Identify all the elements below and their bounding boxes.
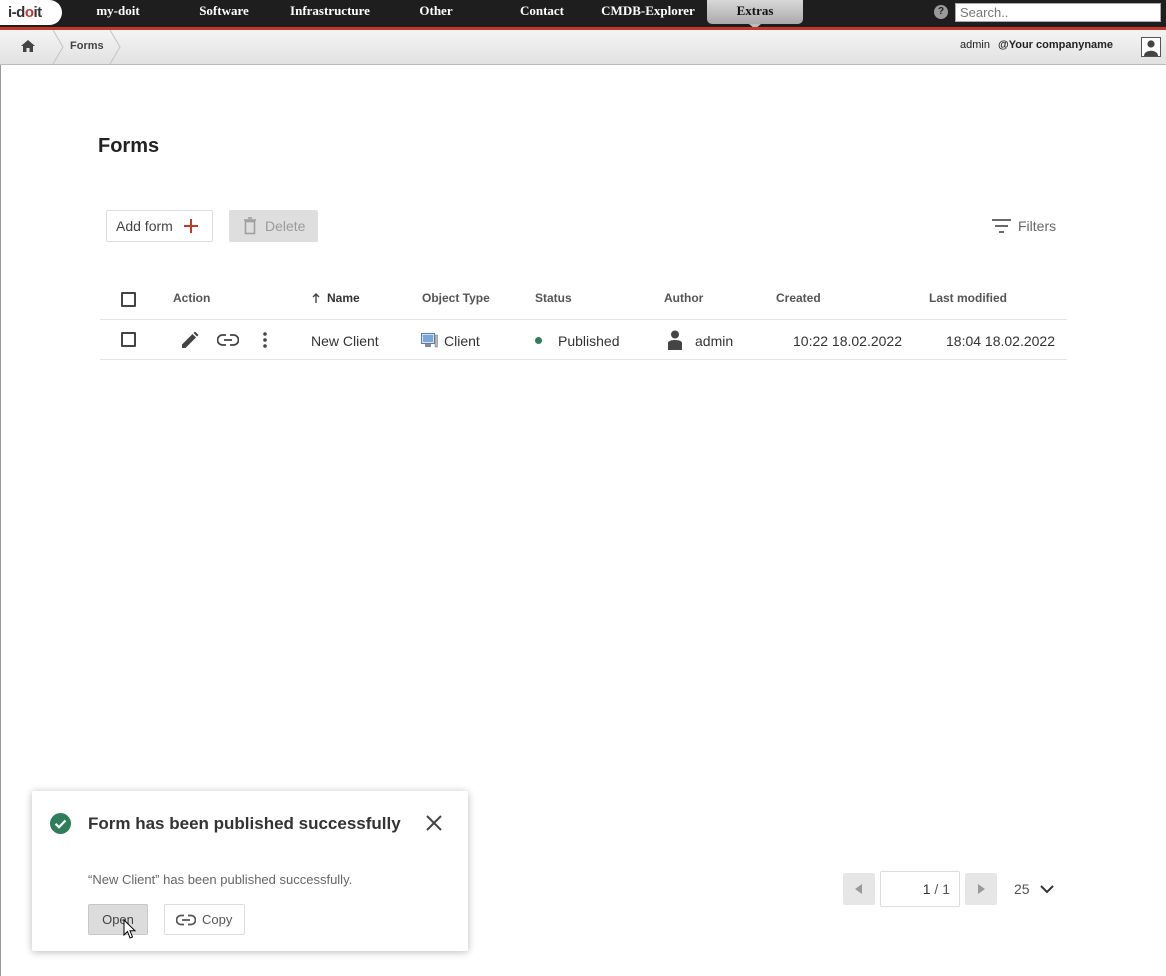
help-icon[interactable]: ? xyxy=(934,5,948,19)
logo-text-2: o xyxy=(24,4,34,21)
close-icon[interactable] xyxy=(426,815,442,831)
nav-software[interactable]: Software xyxy=(188,0,260,24)
home-icon xyxy=(21,40,35,52)
chevron-left-icon xyxy=(855,884,862,894)
nav-cmdb-explorer[interactable]: CMDB-Explorer xyxy=(600,0,696,24)
select-all-checkbox[interactable] xyxy=(121,292,136,307)
column-header-object-type[interactable]: Object Type xyxy=(422,291,490,305)
row-name[interactable]: New Client xyxy=(311,333,379,349)
logo-text-3: it xyxy=(33,4,43,21)
column-header-created[interactable]: Created xyxy=(776,291,821,305)
column-header-name[interactable]: Name xyxy=(327,291,360,305)
trash-icon xyxy=(244,217,256,235)
person-icon xyxy=(668,330,682,350)
chevron-down-icon[interactable] xyxy=(1040,881,1054,897)
column-header-action: Action xyxy=(173,291,211,305)
user-avatar[interactable] xyxy=(1141,37,1161,57)
breadcrumb-separator xyxy=(52,30,64,64)
nav-extras[interactable]: Extras xyxy=(707,0,803,24)
home-button[interactable] xyxy=(0,30,56,64)
add-form-button[interactable]: Add form xyxy=(106,210,213,242)
check-circle-icon xyxy=(50,813,71,834)
add-form-label: Add form xyxy=(116,218,173,234)
filter-icon xyxy=(992,219,1011,233)
filters-button[interactable]: Filters xyxy=(992,216,1056,236)
logo-text-1: i-d xyxy=(8,4,25,21)
page-left-border xyxy=(0,65,1,976)
column-header-status[interactable]: Status xyxy=(535,291,572,305)
toast-title: Form has been published successfully xyxy=(88,814,401,833)
user-icon xyxy=(1144,40,1158,56)
link-icon[interactable] xyxy=(217,333,239,347)
mouse-cursor-icon xyxy=(123,919,137,939)
filters-label: Filters xyxy=(1018,218,1057,234)
next-page-button[interactable] xyxy=(965,873,997,905)
row-author: admin xyxy=(695,333,734,349)
plus-icon xyxy=(184,219,198,233)
row-divider xyxy=(100,359,1067,360)
nav-other[interactable]: Other xyxy=(408,0,464,24)
total-pages: / 1 xyxy=(934,881,950,897)
breadcrumb-separator xyxy=(109,30,121,64)
open-button[interactable]: Open xyxy=(88,904,148,935)
app-logo[interactable]: i-doit xyxy=(0,0,62,25)
copy-link-button[interactable]: Copy xyxy=(164,904,245,935)
row-last-modified: 18:04 18.02.2022 xyxy=(946,333,1055,349)
company-name[interactable]: @Your companyname xyxy=(998,39,1113,51)
header-divider xyxy=(100,319,1067,320)
toast-message: “New Client” has been published successf… xyxy=(88,872,353,887)
success-toast: Form has been published successfully “Ne… xyxy=(32,791,468,951)
user-name[interactable]: admin xyxy=(960,39,990,51)
breadcrumb: Forms admin @Your companyname xyxy=(0,30,1166,65)
row-created: 10:22 18.02.2022 xyxy=(793,333,902,349)
nav-infrastructure[interactable]: Infrastructure xyxy=(283,0,377,24)
status-published-indicator xyxy=(535,337,542,344)
current-page: 1 xyxy=(922,881,931,897)
per-page-select[interactable]: 25 xyxy=(1014,881,1030,897)
column-header-last-modified[interactable]: Last modified xyxy=(929,291,1007,305)
column-header-author[interactable]: Author xyxy=(664,291,703,305)
nav-contact[interactable]: Contact xyxy=(512,0,572,24)
sort-ascending-icon[interactable] xyxy=(312,293,320,304)
copy-label: Copy xyxy=(202,912,233,927)
top-navigation: i-doit my-doit Software Infrastructure O… xyxy=(0,0,1166,29)
search-input[interactable] xyxy=(955,3,1161,22)
more-vertical-icon[interactable] xyxy=(262,331,268,349)
previous-page-button[interactable] xyxy=(843,873,875,905)
row-status: Published xyxy=(558,333,620,349)
link-icon xyxy=(176,914,196,925)
row-checkbox[interactable] xyxy=(121,332,136,347)
delete-label: Delete xyxy=(265,218,306,234)
breadcrumb-item-forms[interactable]: Forms xyxy=(70,40,104,52)
nav-my-doit[interactable]: my-doit xyxy=(82,0,154,24)
page-number-field[interactable]: 1 / 1 xyxy=(880,871,960,907)
delete-button[interactable]: Delete xyxy=(229,210,318,242)
client-computer-icon xyxy=(421,333,438,348)
chevron-right-icon xyxy=(978,884,985,894)
row-object-type: Client xyxy=(444,333,480,349)
page-title: Forms xyxy=(98,135,160,157)
edit-icon[interactable] xyxy=(180,331,199,350)
